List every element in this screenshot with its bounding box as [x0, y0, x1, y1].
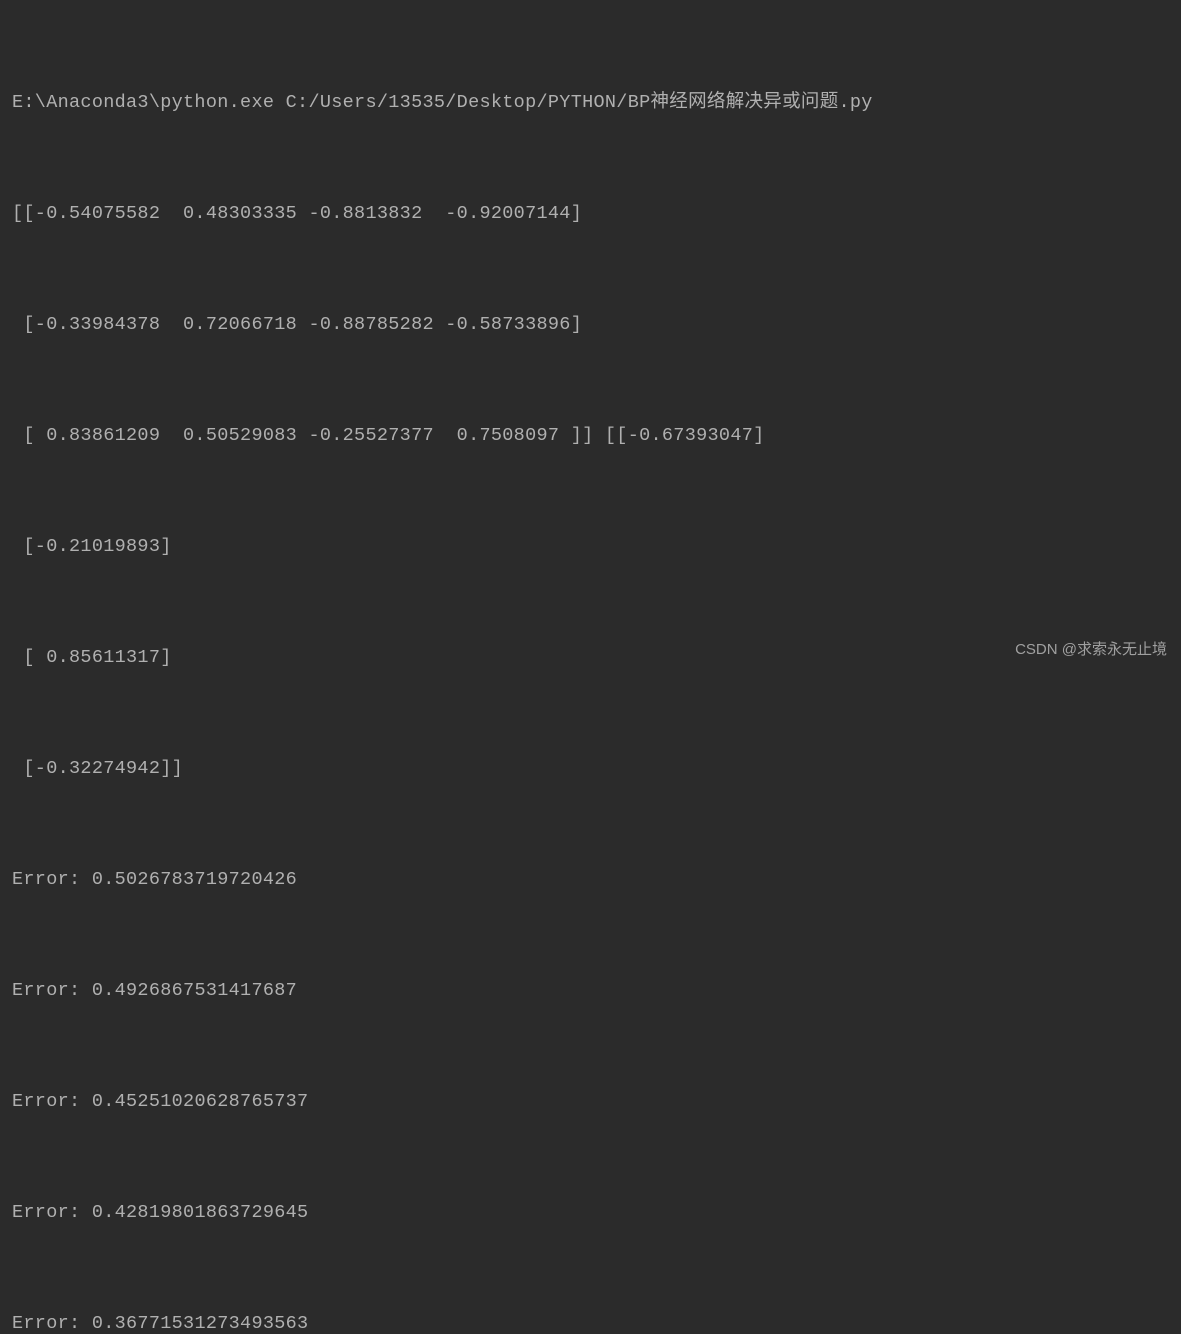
error-label: Error: [12, 1313, 80, 1334]
watermark: CSDN @求索永无止境 [1015, 641, 1167, 659]
error-value: 0.42819801863729645 [92, 1202, 309, 1223]
error-label: Error: [12, 980, 80, 1001]
matrix-output-line: [[-0.54075582 0.48303335 -0.8813832 -0.9… [12, 195, 1169, 232]
error-value: 0.4926867531417687 [92, 980, 297, 1001]
matrix-output-line: [-0.21019893] [12, 528, 1169, 565]
error-label: Error: [12, 1091, 80, 1112]
error-value: 0.36771531273493563 [92, 1313, 309, 1334]
error-line: Error: 0.5026783719720426 [12, 861, 1169, 898]
error-line: Error: 0.36771531273493563 [12, 1305, 1169, 1334]
error-value: 0.45251020628765737 [92, 1091, 309, 1112]
error-value: 0.5026783719720426 [92, 869, 297, 890]
error-label: Error: [12, 1202, 80, 1223]
error-label: Error: [12, 869, 80, 890]
error-line: Error: 0.45251020628765737 [12, 1083, 1169, 1120]
matrix-output-line: [-0.33984378 0.72066718 -0.88785282 -0.5… [12, 306, 1169, 343]
matrix-output-line: [ 0.85611317] [12, 639, 1169, 676]
matrix-output-line: [-0.32274942]] [12, 750, 1169, 787]
console-output: E:\Anaconda3\python.exe C:/Users/13535/D… [12, 10, 1169, 1334]
matrix-output-line: [ 0.83861209 0.50529083 -0.25527377 0.75… [12, 417, 1169, 454]
command-line: E:\Anaconda3\python.exe C:/Users/13535/D… [12, 84, 1169, 121]
error-line: Error: 0.4926867531417687 [12, 972, 1169, 1009]
error-line: Error: 0.42819801863729645 [12, 1194, 1169, 1231]
